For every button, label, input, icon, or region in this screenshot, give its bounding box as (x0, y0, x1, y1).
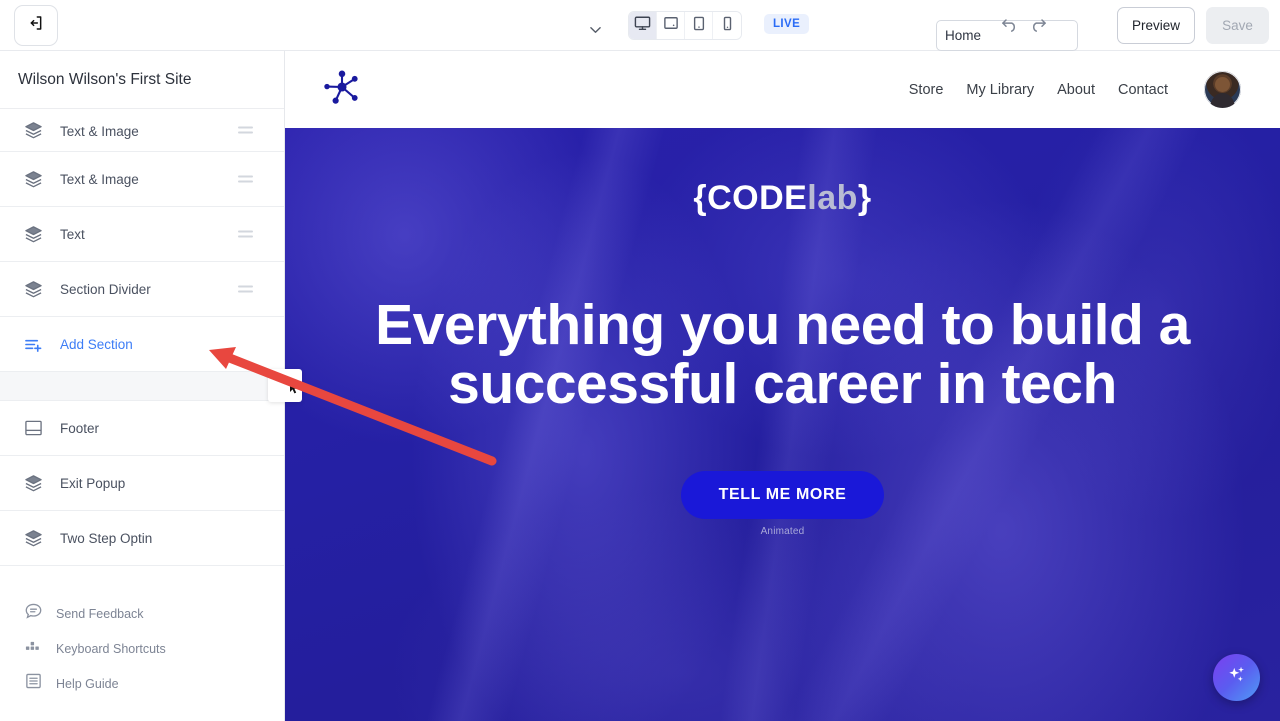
block-list: Footer Exit Popup Two Step Optin (0, 401, 284, 566)
save-button[interactable]: Save (1206, 7, 1269, 44)
layers-icon (24, 170, 50, 188)
layers-icon (24, 121, 50, 139)
drag-handle[interactable] (238, 228, 253, 241)
device-laptop-button[interactable] (657, 12, 685, 39)
builder-app: Home LIVE Preview Save Wilson Wilson's F… (0, 0, 1280, 721)
block-row-exit-popup[interactable]: Exit Popup (0, 456, 284, 511)
hero-cta-wrap: TELL ME MORE Animated (285, 470, 1280, 537)
cta-animated-caption: Animated (760, 525, 805, 537)
exit-logout-icon (28, 15, 44, 36)
undo-button[interactable] (999, 16, 1021, 36)
chevron-down-icon (590, 21, 601, 39)
section-label: Text & Image (60, 171, 139, 187)
link-label: Keyboard Shortcuts (56, 641, 166, 656)
drag-handle[interactable] (238, 124, 253, 137)
nav-link-contact[interactable]: Contact (1118, 82, 1168, 98)
list-plus-icon (24, 336, 50, 353)
chat-bubble-icon (24, 602, 43, 625)
brand-open-brace: { (693, 179, 708, 217)
send-feedback-link[interactable]: Send Feedback (0, 596, 284, 631)
site-title: Wilson Wilson's First Site (0, 51, 284, 109)
network-node-logo-icon[interactable] (322, 67, 362, 112)
hero-brand-logo-text: {CODElab} (285, 181, 1280, 215)
redo-arrow-icon (1029, 16, 1047, 37)
mobile-icon (722, 16, 733, 36)
device-desktop-button[interactable] (629, 12, 657, 39)
section-row-text[interactable]: Text (0, 207, 284, 262)
layers-icon (24, 474, 50, 492)
top-toolbar: Home LIVE Preview Save (0, 0, 1280, 51)
footer-layout-icon (24, 419, 50, 437)
site-header: Store My Library About Contact (285, 51, 1280, 128)
block-label: Footer (60, 420, 100, 436)
section-label: Text (60, 226, 85, 242)
drag-handle[interactable] (238, 283, 253, 296)
document-list-icon (24, 672, 43, 695)
keyboard-keys-icon (24, 637, 43, 660)
layers-icon (24, 225, 50, 243)
ai-assistant-button[interactable] (1213, 654, 1260, 701)
laptop-icon (663, 16, 679, 35)
section-row-text-image-1[interactable]: Text & Image (0, 109, 284, 152)
avatar[interactable] (1204, 71, 1241, 108)
link-label: Help Guide (56, 676, 119, 691)
sidebar-divider (0, 372, 284, 401)
add-section-label: Add Section (60, 336, 133, 352)
device-mobile-button[interactable] (713, 12, 741, 39)
site-nav: Store My Library About Contact (909, 51, 1241, 128)
section-row-text-image-2[interactable]: Text & Image (0, 152, 284, 207)
tell-me-more-button[interactable]: TELL ME MORE (680, 470, 885, 519)
live-badge[interactable]: LIVE (764, 14, 810, 34)
preview-canvas: Store My Library About Contact {CODElab}… (285, 51, 1280, 721)
preview-button[interactable]: Preview (1117, 7, 1195, 44)
section-label: Section Divider (60, 281, 151, 297)
mouse-cursor (289, 380, 300, 400)
section-list: Text & Image Text & Image Text Section D… (0, 109, 284, 372)
brand-close-brace: } (857, 179, 872, 217)
exit-button[interactable] (14, 5, 58, 46)
block-row-footer[interactable]: Footer (0, 401, 284, 456)
brand-lab: lab (807, 179, 858, 217)
hero-content: {CODElab} Everything you need to build a… (285, 128, 1280, 537)
block-label: Two Step Optin (60, 530, 153, 546)
section-row-section-divider[interactable]: Section Divider (0, 262, 284, 317)
block-row-two-step-optin[interactable]: Two Step Optin (0, 511, 284, 566)
layers-icon (24, 529, 50, 547)
brand-code: CODE (707, 179, 808, 217)
device-tablet-button[interactable] (685, 12, 713, 39)
device-preview-toggle-group (628, 11, 742, 40)
redo-button[interactable] (1027, 16, 1049, 36)
hero-section: {CODElab} Everything you need to build a… (285, 128, 1280, 721)
undo-arrow-icon (1001, 16, 1019, 37)
nav-link-my-library[interactable]: My Library (966, 82, 1034, 98)
sparkles-icon (1226, 664, 1248, 691)
sidebar-footer-links: Send Feedback Keyboard Shortcuts Help Gu… (0, 596, 284, 701)
link-label: Send Feedback (56, 606, 144, 621)
add-section-button[interactable]: Add Section (0, 317, 284, 372)
layers-icon (24, 280, 50, 298)
block-label: Exit Popup (60, 475, 126, 491)
keyboard-shortcuts-link[interactable]: Keyboard Shortcuts (0, 631, 284, 666)
section-label: Text & Image (60, 124, 139, 139)
hero-headline: Everything you need to build a successfu… (375, 293, 1190, 417)
drag-handle[interactable] (238, 173, 253, 186)
desktop-icon (634, 16, 651, 36)
page-selector-wrap: Home (468, 10, 1078, 51)
nav-link-about[interactable]: About (1057, 82, 1095, 98)
left-sidebar: Wilson Wilson's First Site Text & Image (0, 51, 285, 721)
help-guide-link[interactable]: Help Guide (0, 666, 284, 701)
nav-link-store[interactable]: Store (909, 82, 944, 98)
tablet-icon (692, 16, 706, 36)
